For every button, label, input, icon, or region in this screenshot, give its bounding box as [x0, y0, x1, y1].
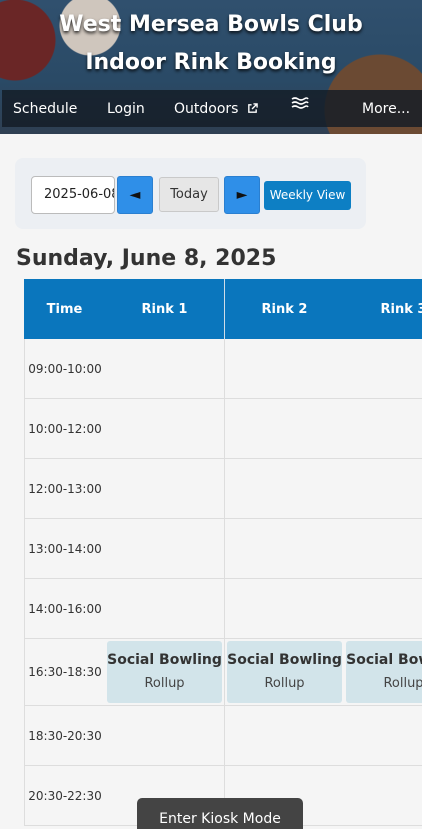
booking-title: Social Bowling — [346, 652, 422, 668]
site-subtitle: Indoor Rink Booking — [85, 50, 337, 75]
booking-card[interactable]: Social Bowling Rollup — [107, 641, 222, 703]
nav-outdoors[interactable]: Outdoors — [174, 101, 258, 117]
waves-menu-icon — [291, 97, 309, 109]
time-slot-label: 14:00-16:00 — [24, 579, 106, 639]
header-banner: West Mersea Bowls Club Indoor Rink Booki… — [0, 0, 422, 134]
day-heading: Sunday, June 8, 2025 — [16, 246, 277, 271]
rink-slot-cell[interactable] — [225, 399, 345, 459]
column-header-rink-3: Rink 3 — [344, 279, 422, 339]
time-slot-label: 20:30-22:30 — [24, 766, 106, 826]
nav-menu-toggle[interactable] — [291, 96, 311, 110]
rink-slot-cell[interactable] — [105, 399, 225, 459]
date-toolbar: 2025-06-08 ◄ Today ► Weekly View — [15, 158, 366, 229]
booking-card[interactable]: Social Bowling Rollup — [346, 641, 422, 703]
next-day-button[interactable]: ► — [224, 176, 260, 214]
booking-card[interactable]: Social Bowling Rollup — [227, 641, 342, 703]
external-link-icon — [248, 103, 258, 113]
nav-schedule[interactable]: Schedule — [13, 101, 77, 117]
rink-slot-cell[interactable] — [344, 459, 422, 519]
time-slot-label: 18:30-20:30 — [24, 706, 106, 766]
rink-slot-cell[interactable] — [225, 459, 345, 519]
column-header-time: Time — [24, 279, 106, 339]
schedule-grid: Time Rink 1 Rink 2 Rink 3 09:00-10:00 10:00-1… — [24, 279, 422, 829]
rink-slot-cell[interactable] — [344, 519, 422, 579]
nav-login[interactable]: Login — [107, 101, 145, 117]
rink-slot-cell[interactable] — [344, 706, 422, 766]
rink-slot-cell[interactable] — [344, 579, 422, 639]
rink-slot-cell[interactable] — [105, 339, 225, 399]
date-input[interactable]: 2025-06-08 — [31, 176, 115, 214]
rink-slot-cell[interactable] — [105, 519, 225, 579]
booking-title: Social Bowling — [227, 652, 342, 668]
rink-slot-cell[interactable] — [225, 579, 345, 639]
kiosk-mode-button[interactable]: Enter Kiosk Mode — [137, 798, 303, 829]
weekly-view-button[interactable]: Weekly View — [264, 181, 351, 210]
rink-slot-cell[interactable] — [225, 519, 345, 579]
rink-slot-cell[interactable] — [105, 459, 225, 519]
time-slot-label: 09:00-10:00 — [24, 339, 106, 399]
booking-subtitle: Rollup — [144, 676, 185, 691]
rink-slot-cell[interactable] — [105, 706, 225, 766]
rink-slot-cell[interactable] — [344, 399, 422, 459]
rink-slot-cell[interactable] — [225, 339, 345, 399]
rink-slot-cell[interactable] — [344, 766, 422, 826]
nav-more[interactable]: More... — [362, 101, 410, 117]
today-button[interactable]: Today — [159, 177, 219, 212]
nav-outdoors-label: Outdoors — [174, 101, 239, 117]
column-header-rink-1: Rink 1 — [105, 279, 225, 339]
prev-day-button[interactable]: ◄ — [117, 176, 153, 214]
booking-subtitle: Rollup — [383, 676, 422, 691]
time-slot-label: 13:00-14:00 — [24, 519, 106, 579]
rink-slot-cell[interactable] — [344, 339, 422, 399]
main-nav: Schedule Login Outdoors More... — [2, 90, 422, 127]
column-header-rink-2: Rink 2 — [225, 279, 345, 339]
time-slot-label: 12:00-13:00 — [24, 459, 106, 519]
time-slot-label: 10:00-12:00 — [24, 399, 106, 459]
rink-slot-cell[interactable] — [225, 706, 345, 766]
booking-title: Social Bowling — [107, 652, 222, 668]
booking-subtitle: Rollup — [264, 676, 305, 691]
rink-slot-cell[interactable] — [105, 579, 225, 639]
site-title: West Mersea Bowls Club — [59, 12, 363, 37]
time-slot-label: 16:30-18:30 — [24, 639, 106, 706]
